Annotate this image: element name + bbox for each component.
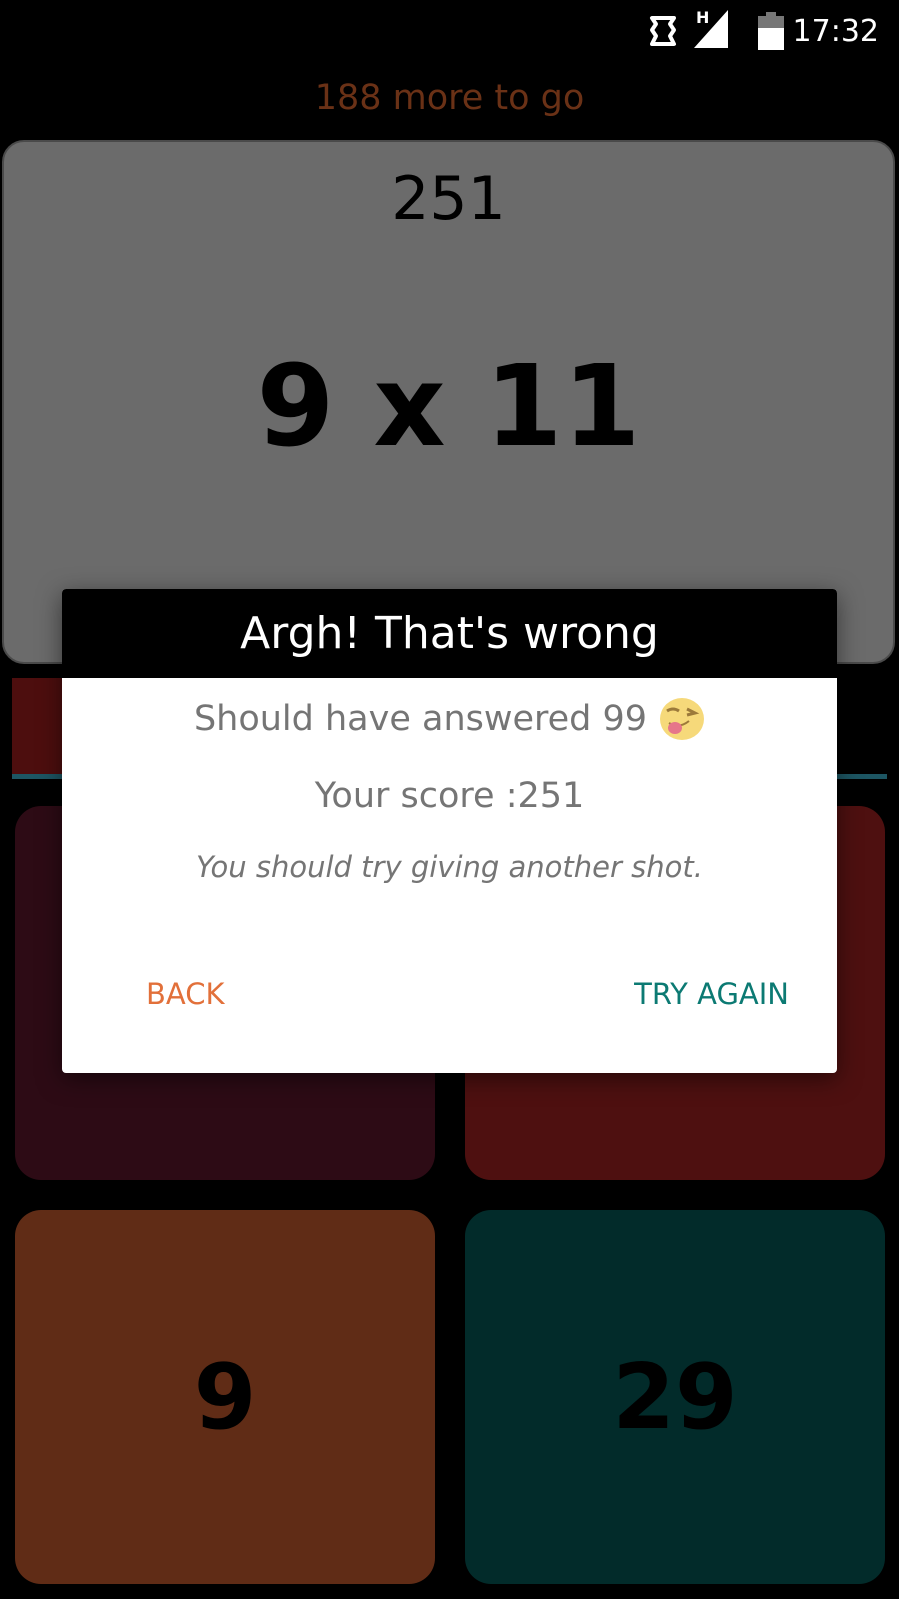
dialog-title: Argh! That's wrong (62, 589, 837, 678)
final-score-text: Your score :251 (314, 776, 585, 816)
remaining-counter: 188 more to go (314, 78, 585, 118)
winking-tongue-emoji-icon (659, 697, 705, 741)
answer-tile-3[interactable]: 9 (15, 1210, 435, 1584)
status-time: 17:32 (792, 14, 879, 49)
answer-tile-4[interactable]: 29 (465, 1210, 885, 1584)
try-again-button[interactable]: TRY AGAIN (622, 969, 801, 1019)
battery-icon (758, 12, 784, 54)
question-card: 251 9 x 11 (2, 140, 895, 664)
correct-answer-text: Should have answered 99 (193, 699, 648, 739)
result-dialog: Argh! That's wrong Should have answered … (62, 589, 837, 1073)
correct-answer-row: Should have answered 99 (62, 697, 837, 741)
question-text: 9 x 11 (256, 342, 641, 472)
vibrate-icon (648, 14, 678, 52)
signal-icon (694, 10, 728, 52)
back-button[interactable]: BACK (134, 969, 237, 1019)
game-screen: H 17:32 188 more to go 251 9 x 11 9 29 A… (0, 0, 899, 1599)
status-bar: H 17:32 (0, 0, 899, 66)
current-score: 251 (391, 164, 506, 234)
dialog-hint: You should try giving another shot. (196, 850, 703, 884)
